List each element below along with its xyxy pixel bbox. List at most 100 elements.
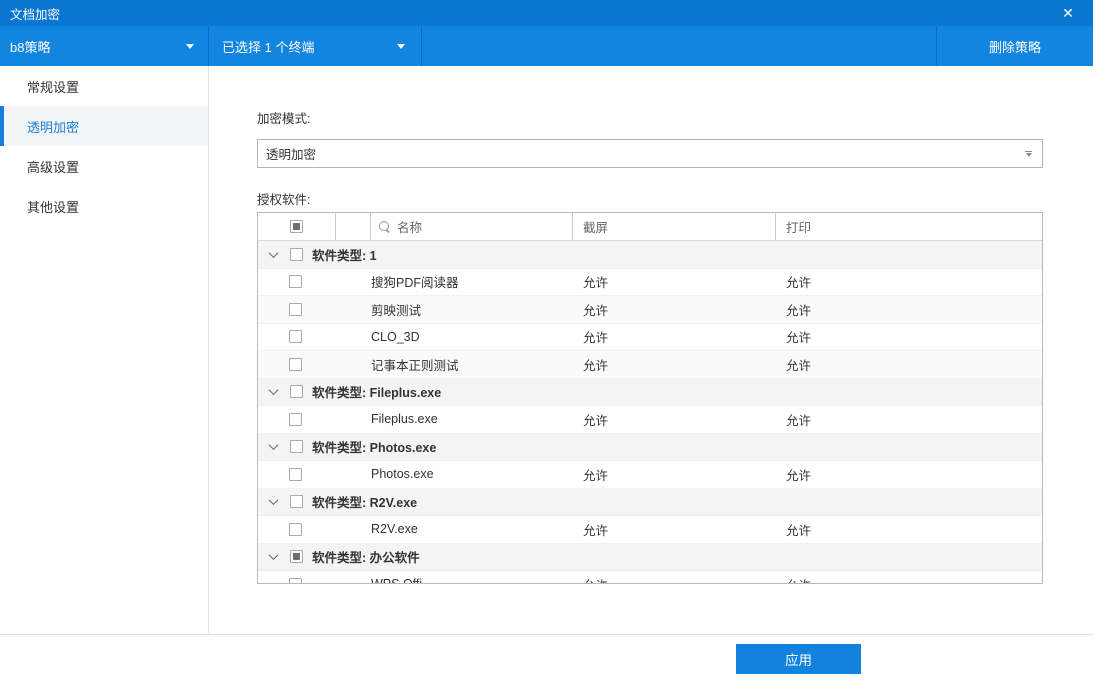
sidebar-item-general-settings[interactable]: 常规设置 [0, 66, 208, 106]
group-label: 软件类型: Fileplus.exe [312, 386, 442, 401]
software-table: 名称 截屏 打印 软件类型: 1 搜狗PDF阅读器 允许 允许 剪映测试 允许 允许 CLO_… [257, 212, 1043, 584]
group-label: 软件类型: 1 [312, 248, 377, 263]
table-row: Photos.exe 允许 允许 [258, 461, 1042, 489]
row-checkbox[interactable] [289, 330, 302, 344]
row-checkbox[interactable] [289, 275, 302, 289]
body-area: 常规设置 透明加密 高级设置 其他设置 加密模式: 透明加密 授权软件: 名称 … [0, 66, 1093, 634]
toolbar: b8策略 已选择 1 个终端 删除策略 [0, 26, 1093, 66]
screenshot-permission-cell[interactable]: 允许 [573, 520, 776, 539]
screenshot-permission-cell[interactable]: 允许 [573, 300, 776, 319]
screenshot-permission-cell[interactable]: 允许 [573, 575, 776, 583]
chevron-down-icon[interactable] [268, 247, 279, 258]
table-row: WPS Offi允许允许 [258, 571, 1042, 583]
print-header-cell: 打印 [776, 213, 1042, 240]
print-column-header: 打印 [786, 221, 812, 235]
group-row[interactable]: 软件类型: R2V.exe [258, 488, 1042, 516]
sidebar-item-label: 其他设置 [27, 199, 80, 215]
terminal-dropdown[interactable]: 已选择 1 个终端 [209, 26, 422, 66]
group-row[interactable]: 软件类型: 办公软件 [258, 543, 1042, 571]
chevron-down-icon [186, 43, 194, 49]
encryption-mode-select[interactable]: 透明加密 [257, 139, 1043, 168]
row-checkbox-cell [258, 357, 336, 371]
screenshot-permission-cell[interactable]: 允许 [573, 327, 776, 346]
group-checkbox[interactable] [290, 440, 303, 454]
sidebar: 常规设置 透明加密 高级设置 其他设置 [0, 66, 209, 634]
print-permission-cell[interactable]: 允许 [776, 272, 1042, 291]
table-row: R2V.exe 允许 允许 [258, 516, 1042, 544]
policy-dropdown-label: b8策略 [10, 39, 51, 55]
table-header-row: 名称 截屏 打印 [258, 213, 1042, 241]
print-permission-cell[interactable]: 允许 [776, 300, 1042, 319]
chevron-down-icon[interactable] [268, 550, 279, 561]
close-icon[interactable]: ✕ [1057, 3, 1079, 23]
group-checkbox[interactable] [290, 247, 303, 261]
group-label: 软件类型: 办公软件 [312, 551, 420, 566]
table-row: Fileplus.exe 允许 允许 [258, 406, 1042, 434]
apply-button[interactable]: 应用 [736, 644, 861, 674]
row-checkbox-cell [258, 302, 336, 316]
table-row: 记事本正则测试 允许 允许 [258, 351, 1042, 379]
select-all-checkbox[interactable] [290, 220, 303, 233]
chevron-down-icon[interactable] [268, 385, 279, 396]
print-permission-cell[interactable]: 允许 [776, 327, 1042, 346]
screenshot-permission-cell[interactable]: 允许 [573, 410, 776, 429]
row-checkbox[interactable] [289, 522, 302, 536]
search-icon[interactable] [379, 220, 391, 233]
sidebar-item-advanced-settings[interactable]: 高级设置 [0, 146, 208, 186]
row-checkbox[interactable] [289, 357, 302, 371]
delete-policy-button[interactable]: 删除策略 [936, 26, 1093, 66]
document-encryption-window: 文档加密 ✕ b8策略 已选择 1 个终端 删除策略 常规设置 透明加密 高级设… [0, 0, 1093, 680]
chevron-down-icon[interactable] [268, 440, 279, 451]
software-name-cell: 剪映测试 [371, 303, 422, 318]
screenshot-permission-cell[interactable]: 允许 [573, 272, 776, 291]
print-permission-cell[interactable]: 允许 [776, 465, 1042, 484]
name-column-header: 名称 [397, 221, 423, 235]
row-checkbox-cell [258, 275, 336, 289]
group-label: 软件类型: R2V.exe [312, 496, 418, 511]
row-checkbox[interactable] [289, 467, 302, 481]
group-checkbox[interactable] [290, 550, 303, 564]
chevron-down-icon[interactable] [268, 495, 279, 506]
row-checkbox-cell [258, 522, 336, 536]
group-row[interactable]: 软件类型: 1 [258, 241, 1042, 269]
software-name-cell: R2V.exe [371, 522, 418, 537]
main-content: 加密模式: 透明加密 授权软件: 名称 截屏 打印 软件类型: 1 搜狗PDF阅… [209, 66, 1093, 634]
software-name-cell: Fileplus.exe [371, 412, 438, 427]
print-permission-cell[interactable]: 允许 [776, 520, 1042, 539]
print-permission-cell[interactable]: 允许 [776, 410, 1042, 429]
sidebar-item-transparent-encryption[interactable]: 透明加密 [0, 106, 208, 146]
title-bar: 文档加密 ✕ [0, 0, 1093, 26]
group-row[interactable]: 软件类型: Fileplus.exe [258, 378, 1042, 406]
table-row: CLO_3D 允许 允许 [258, 323, 1042, 351]
sidebar-item-other-settings[interactable]: 其他设置 [0, 186, 208, 226]
group-row[interactable]: 软件类型: Photos.exe [258, 433, 1042, 461]
group-checkbox[interactable] [290, 495, 303, 509]
table-row: 搜狗PDF阅读器 允许 允许 [258, 268, 1042, 296]
expander-header-cell [336, 213, 371, 240]
window-title: 文档加密 [10, 7, 61, 22]
policy-dropdown[interactable]: b8策略 [0, 26, 209, 66]
row-checkbox-cell [258, 577, 336, 583]
chevron-down-icon [397, 43, 405, 49]
row-checkbox-cell [258, 412, 336, 426]
chevron-down-icon [1025, 150, 1032, 157]
row-checkbox[interactable] [289, 577, 302, 583]
table-row: 剪映测试 允许 允许 [258, 296, 1042, 324]
group-checkbox[interactable] [290, 385, 303, 399]
sidebar-item-label: 透明加密 [27, 119, 80, 135]
software-name-cell: CLO_3D [371, 329, 420, 344]
authorized-software-label: 授权软件: [257, 193, 311, 207]
sidebar-item-label: 常规设置 [27, 79, 80, 95]
screenshot-permission-cell[interactable]: 允许 [573, 465, 776, 484]
row-checkbox[interactable] [289, 302, 302, 316]
software-name-cell: 搜狗PDF阅读器 [371, 276, 459, 291]
print-permission-cell[interactable]: 允许 [776, 575, 1042, 583]
screenshot-header-cell: 截屏 [573, 213, 776, 240]
screenshot-permission-cell[interactable]: 允许 [573, 355, 776, 374]
row-checkbox[interactable] [289, 412, 302, 426]
select-all-header-cell [258, 213, 336, 240]
print-permission-cell[interactable]: 允许 [776, 355, 1042, 374]
software-name-cell: 记事本正则测试 [371, 358, 459, 373]
table-body: 软件类型: 1 搜狗PDF阅读器 允许 允许 剪映测试 允许 允许 CLO_3D 允许 允许 记事本… [258, 241, 1042, 583]
